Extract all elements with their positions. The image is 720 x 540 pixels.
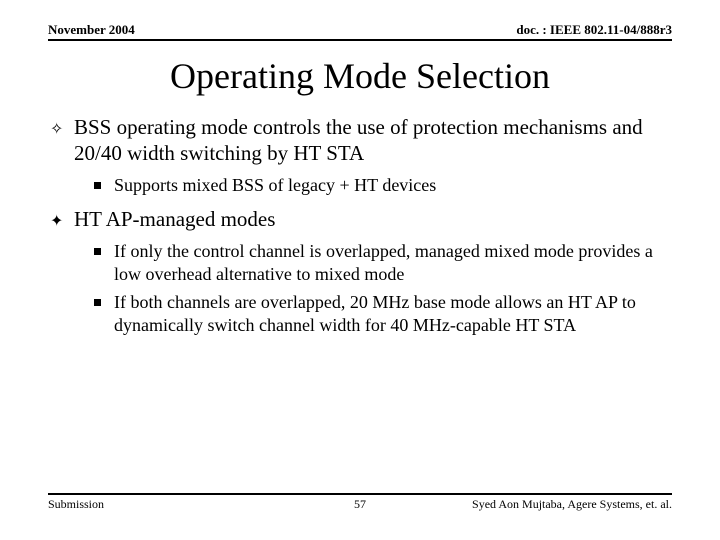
list-item: If both channels are overlapped, 20 MHz … <box>74 291 672 336</box>
list-item: BSS operating mode controls the use of p… <box>48 115 672 197</box>
bullet-text: HT AP-managed modes <box>74 207 275 231</box>
footer-row: Submission 57 Syed Aon Mujtaba, Agere Sy… <box>48 497 672 512</box>
sub-list: Supports mixed BSS of legacy + HT device… <box>74 174 672 197</box>
footer-author: Syed Aon Mujtaba, Agere Systems, et. al. <box>472 497 672 512</box>
header-row: November 2004 doc. : IEEE 802.11-04/888r… <box>48 22 672 41</box>
list-item: HT AP-managed modes If only the control … <box>48 207 672 337</box>
footer: Submission 57 Syed Aon Mujtaba, Agere Sy… <box>48 493 672 512</box>
header-date: November 2004 <box>48 22 135 38</box>
sub-list: If only the control channel is overlappe… <box>74 240 672 336</box>
bullet-list: BSS operating mode controls the use of p… <box>48 115 672 336</box>
list-item: If only the control channel is overlappe… <box>74 240 672 285</box>
header-docnum: doc. : IEEE 802.11-04/888r3 <box>516 22 672 38</box>
footer-left: Submission <box>48 497 104 512</box>
list-item: Supports mixed BSS of legacy + HT device… <box>74 174 672 197</box>
footer-divider <box>48 493 672 495</box>
page-title: Operating Mode Selection <box>48 55 672 97</box>
sub-bullet-text: If both channels are overlapped, 20 MHz … <box>114 292 636 335</box>
sub-bullet-text: If only the control channel is overlappe… <box>114 241 653 284</box>
slide-page: November 2004 doc. : IEEE 802.11-04/888r… <box>0 0 720 540</box>
sub-bullet-text: Supports mixed BSS of legacy + HT device… <box>114 175 436 195</box>
bullet-text: BSS operating mode controls the use of p… <box>74 115 643 165</box>
